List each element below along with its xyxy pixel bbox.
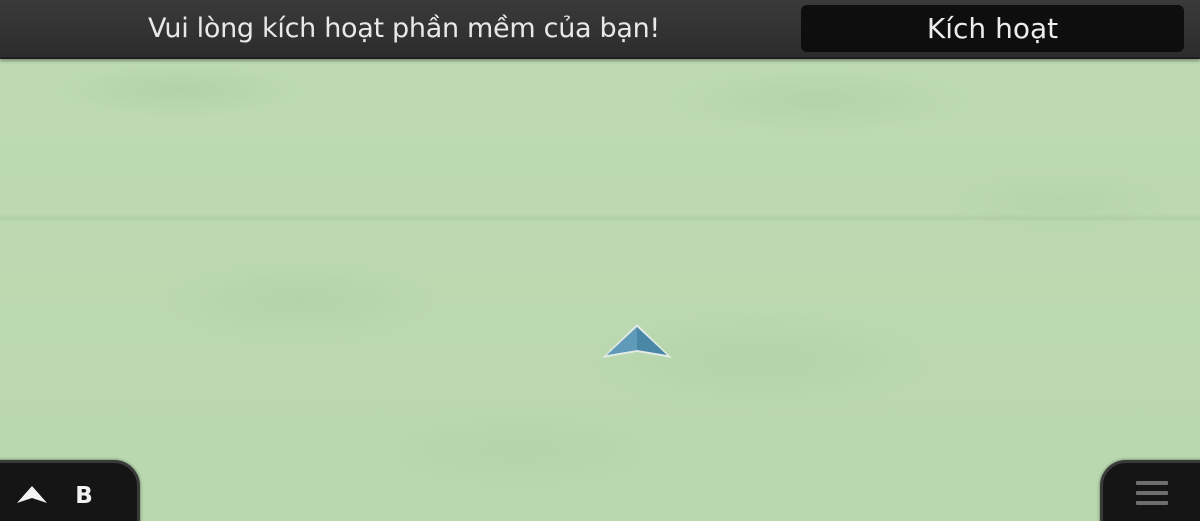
- navigation-screen: Vui lòng kích hoạt phần mềm của bạn! Kíc…: [0, 0, 1200, 521]
- map-terrain-line: [0, 214, 1200, 222]
- heading-label: B: [75, 483, 93, 509]
- activation-message: Vui lòng kích hoạt phần mềm của bạn!: [148, 13, 660, 44]
- compass-panel[interactable]: B: [0, 460, 140, 521]
- menu-panel[interactable]: [1100, 460, 1200, 521]
- map-view[interactable]: [0, 0, 1200, 521]
- activation-banner: Vui lòng kích hoạt phần mềm của bạn! Kíc…: [0, 0, 1200, 59]
- navigation-arrow-icon: [602, 324, 672, 358]
- hamburger-menu-icon[interactable]: [1136, 481, 1168, 507]
- north-arrow-icon: [17, 486, 47, 503]
- activate-button[interactable]: Kích hoạt: [801, 5, 1184, 52]
